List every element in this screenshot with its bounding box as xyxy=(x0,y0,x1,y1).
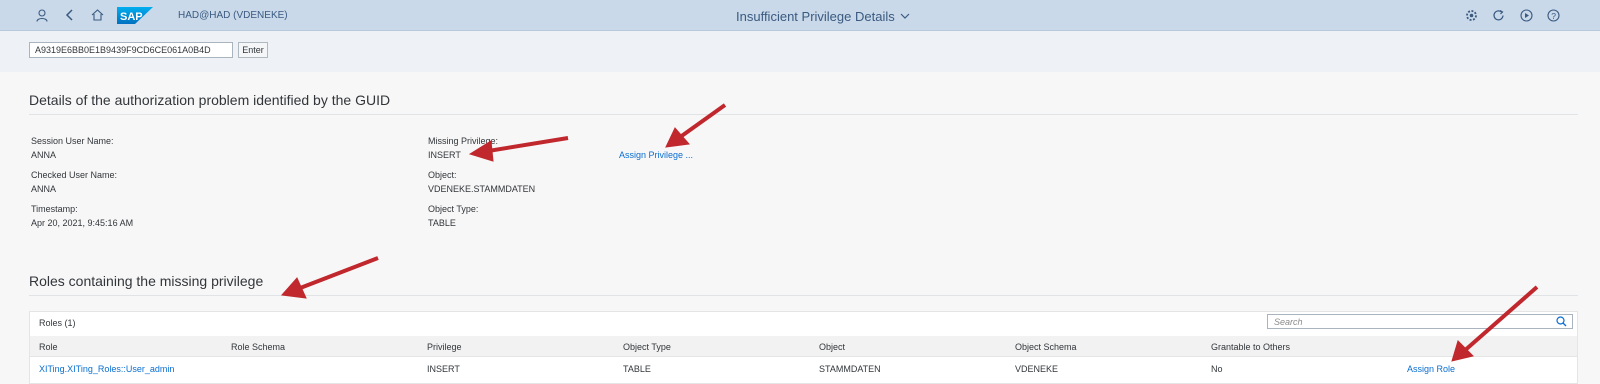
details-divider xyxy=(29,114,1578,115)
search-placeholder: Search xyxy=(1274,317,1303,327)
roles-heading: Roles containing the missing privilege xyxy=(29,273,264,289)
cell-grantable: No xyxy=(1211,364,1223,374)
assign-privilege-link[interactable]: Assign Privilege ... xyxy=(619,150,693,160)
arrow-to-assign-privilege xyxy=(665,103,727,148)
search-input[interactable]: Search xyxy=(1267,314,1573,329)
roles-divider xyxy=(29,295,1578,296)
col-header-role[interactable]: Role xyxy=(39,342,58,352)
shell-bar: SAP HAD@HAD (VDENEKE) Insufficient Privi… xyxy=(0,0,1600,31)
session-user-label: Session User Name: xyxy=(31,136,114,146)
object-type-value: TABLE xyxy=(428,218,456,228)
col-header-object-type[interactable]: Object Type xyxy=(623,342,671,352)
sap-logo: SAP xyxy=(117,7,153,24)
page-title-text: Insufficient Privilege Details xyxy=(736,9,895,24)
details-heading: Details of the authorization problem ide… xyxy=(29,92,391,108)
help-icon[interactable]: ? xyxy=(1545,7,1561,23)
search-icon[interactable] xyxy=(1556,316,1567,327)
svg-text:?: ? xyxy=(1551,10,1556,20)
user-icon[interactable] xyxy=(34,7,50,23)
object-label: Object: xyxy=(428,170,457,180)
col-header-object[interactable]: Object xyxy=(819,342,845,352)
cell-object: STAMMDATEN xyxy=(819,364,881,374)
session-user-value: ANNA xyxy=(31,150,57,160)
refresh-icon[interactable] xyxy=(1490,7,1506,23)
col-header-grantable[interactable]: Grantable to Others xyxy=(1211,342,1290,352)
cell-privilege: INSERT xyxy=(427,364,460,374)
col-header-object-schema[interactable]: Object Schema xyxy=(1015,342,1077,352)
cell-role[interactable]: XITing.XITing_Roles::User_admin xyxy=(39,364,174,374)
play-icon[interactable] xyxy=(1518,7,1534,23)
checked-user-label: Checked User Name: xyxy=(31,170,118,180)
chevron-down-icon xyxy=(900,13,910,19)
assign-role-link[interactable]: Assign Role xyxy=(1407,364,1455,374)
col-header-privilege[interactable]: Privilege xyxy=(427,342,462,352)
page-title[interactable]: Insufficient Privilege Details xyxy=(736,9,910,24)
missing-privilege-value: INSERT xyxy=(428,150,461,160)
enter-button[interactable]: Enter xyxy=(238,42,268,58)
back-icon[interactable] xyxy=(62,7,78,23)
cell-object-schema: VDENEKE xyxy=(1015,364,1059,374)
checked-user-value: ANNA xyxy=(31,184,57,194)
object-value: VDENEKE.STAMMDATEN xyxy=(428,184,536,194)
timestamp-label: Timestamp: xyxy=(31,204,78,214)
home-icon[interactable] xyxy=(89,7,105,23)
missing-privilege-label: Missing Privilege: xyxy=(428,136,499,146)
col-header-role-schema[interactable]: Role Schema xyxy=(231,342,285,352)
guid-input[interactable] xyxy=(29,42,233,58)
roles-table: Roles (1) Search Role Role Schema Privil… xyxy=(29,311,1578,384)
roles-count: Roles (1) xyxy=(39,318,76,328)
settings-icon[interactable] xyxy=(1463,7,1479,23)
arrow-to-roles-heading xyxy=(280,256,379,299)
system-label: HAD@HAD (VDENEKE) xyxy=(178,10,288,21)
svg-text:SAP: SAP xyxy=(120,11,143,23)
object-type-label: Object Type: xyxy=(428,204,479,214)
timestamp-value: Apr 20, 2021, 9:45:16 AM xyxy=(31,218,134,228)
cell-object-type: TABLE xyxy=(623,364,651,374)
